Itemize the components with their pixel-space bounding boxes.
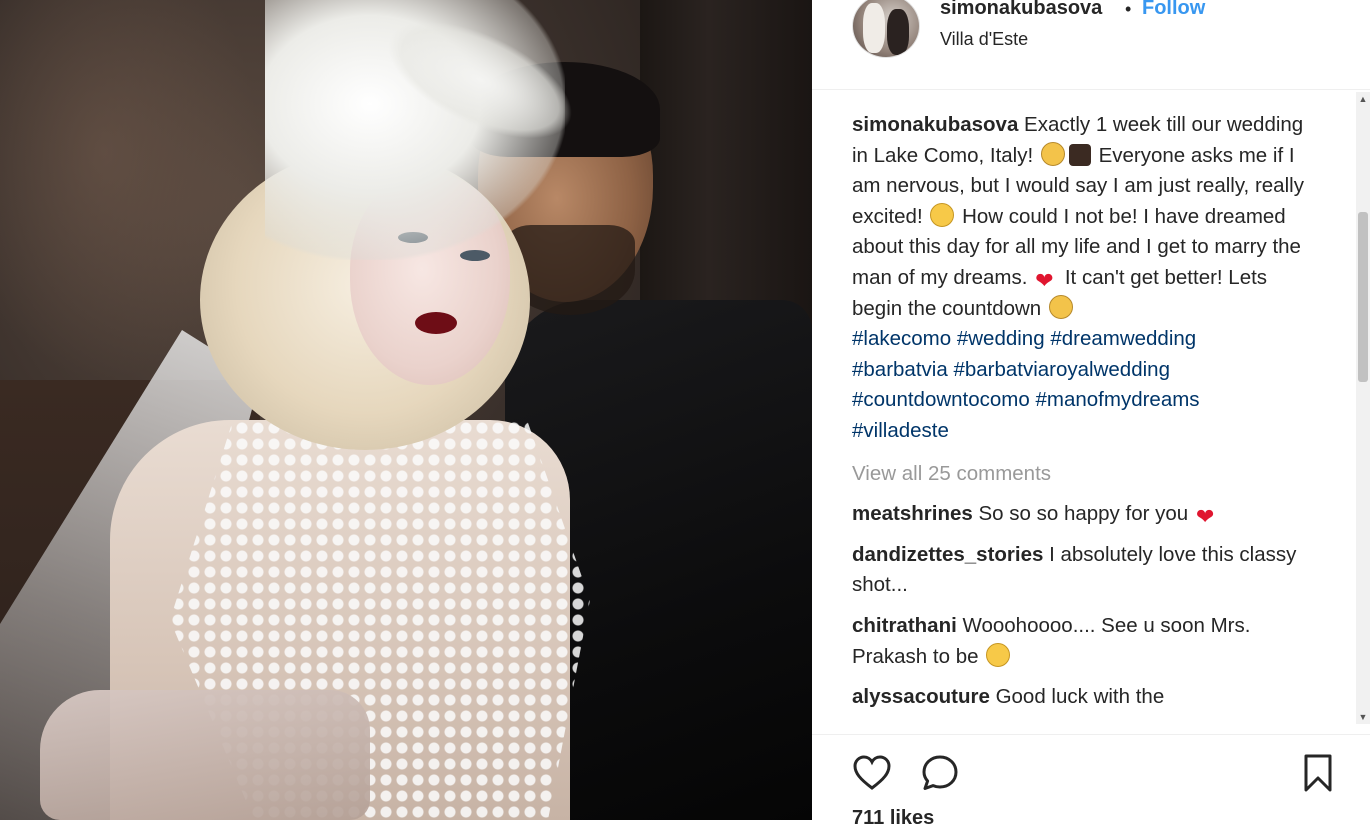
heart-outline-icon[interactable] [850,751,894,795]
separator-dot: • [1125,0,1132,19]
comment-item: dandizettes_stories I absolutely love th… [852,540,1322,601]
hashtag[interactable]: #lakecomo [852,327,951,350]
comment-author[interactable]: chitrathani [852,614,957,637]
post-sidebar: simonakubasova • Follow Villa d'Este sim… [812,0,1370,829]
comment-text: Good luck with the [995,685,1165,709]
avatar-figure [887,9,909,55]
praying-emoji-icon [1040,141,1065,166]
man-in-tuxedo-emoji-icon [1068,143,1091,166]
comment-bubble-icon[interactable] [918,751,962,795]
red-heart-emoji-icon [1196,503,1218,523]
comment-item: alyssacouture Good luck with the [852,682,1322,713]
hashtag[interactable]: #manofmydreams [1036,388,1200,411]
hashtag[interactable]: #countdowntocomo [852,388,1030,411]
comments-list: simonakubasova Exactly 1 week till our w… [852,110,1322,735]
scroll-down-arrow-icon[interactable]: ▼ [1356,710,1370,724]
view-all-comments-link[interactable]: View all 25 comments [852,459,1322,490]
comment-author[interactable]: alyssacouture [852,685,990,708]
follow-button[interactable]: Follow [1142,0,1205,20]
clinking-glasses-emoji-icon [1048,294,1073,319]
hashtag[interactable]: #barbatvia [852,358,948,381]
scrollbar-thumb[interactable] [1358,212,1368,382]
post-header: simonakubasova • Follow Villa d'Este [812,0,1370,90]
hashtag[interactable]: #dreamwedding [1050,327,1196,350]
post-photo[interactable] [0,0,812,820]
comment-item: meatshrines So so so happy for you [852,499,1322,530]
bookmark-icon[interactable] [1296,751,1340,795]
comment-author[interactable]: dandizettes_stories [852,543,1043,566]
bride-lips [415,312,457,334]
scroll-up-arrow-icon[interactable]: ▲ [1356,92,1370,106]
kissing-face-emoji-icon [986,642,1011,667]
avatar-figure [863,3,885,53]
avatar[interactable] [852,0,920,58]
action-bar: 711 likes [812,734,1370,829]
post-caption: simonakubasova Exactly 1 week till our w… [852,110,1322,447]
comment-item: chitrathani Wooohoooo.... See u soon Mrs… [852,611,1322,672]
hashtag[interactable]: #villadeste [852,419,949,442]
owner-username[interactable]: simonakubasova [940,0,1102,20]
hashtag[interactable]: #barbatviaroyalwedding [953,358,1170,381]
red-heart-emoji-icon [1035,267,1057,287]
bride-glove [40,690,370,820]
smiling-face-emoji-icon [930,202,955,227]
comment-text: So so so happy for you [978,502,1189,526]
caption-author[interactable]: simonakubasova [852,113,1018,136]
comments-scrollbar[interactable]: ▲ ▼ [1356,92,1370,724]
hashtag[interactable]: #wedding [957,327,1045,350]
comment-author[interactable]: meatshrines [852,502,973,525]
likes-count[interactable]: 711 likes [852,807,934,830]
post-location[interactable]: Villa d'Este [940,29,1028,50]
